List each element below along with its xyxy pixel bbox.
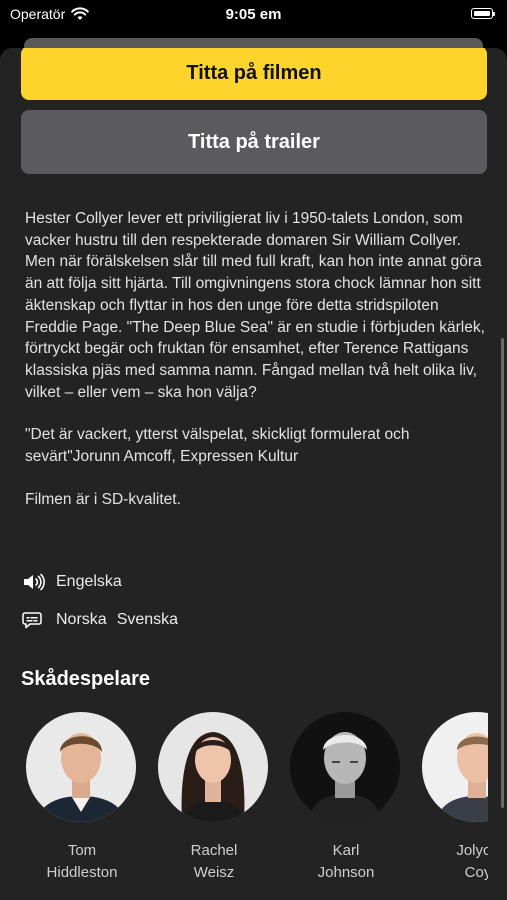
review-quote: "Det är vackert, ytterst välspelat, skic…: [25, 426, 410, 466]
cast-last-name: Hiddleston: [46, 864, 118, 881]
cast-member[interactable]: Karl Johnson: [290, 712, 402, 884]
cast-section-title: Skådespelare: [21, 668, 150, 690]
cast-name: Karl Johnson: [290, 840, 402, 884]
description-paragraph: Hester Collyer lever ett priviligierat l…: [25, 210, 485, 401]
quality-note: Filmen är i SD-kvalitet.: [25, 490, 181, 508]
cast-last-name: Weisz: [193, 864, 235, 881]
cast-name: Tom Hiddleston: [26, 840, 138, 884]
subtitles-icon: [22, 610, 48, 630]
cast-first-name: Jolyon: [456, 842, 488, 859]
actor-photo: [158, 712, 268, 822]
watch-movie-button[interactable]: Titta på filmen: [21, 48, 487, 100]
scrollbar[interactable]: [501, 338, 504, 808]
cast-name: Rachel Weisz: [158, 840, 270, 884]
status-bar: Operatör 9:05 em: [0, 0, 507, 40]
battery-icon: [471, 8, 495, 19]
cast-last-name: Coy: [464, 864, 488, 881]
subtitle-language: Svenska: [116, 611, 179, 628]
actor-photo: [26, 712, 136, 822]
watch-trailer-button[interactable]: Titta på trailer: [21, 110, 487, 174]
cast-carousel[interactable]: Tom Hiddleston Rachel Weisz Karl Johnson…: [26, 712, 488, 900]
cast-last-name: Johnson: [317, 864, 375, 881]
cast-member[interactable]: Jolyon Coy: [422, 712, 488, 884]
audio-language: Engelska: [56, 573, 122, 590]
subtitle-languages: Norska Svenska: [22, 610, 188, 630]
speaker-icon: [22, 572, 48, 592]
cast-name: Jolyon Coy: [422, 840, 488, 884]
audio-languages: Engelska: [22, 572, 122, 592]
actor-photo: [290, 712, 400, 822]
cast-member[interactable]: Rachel Weisz: [158, 712, 270, 884]
cast-first-name: Tom: [67, 842, 97, 859]
cast-first-name: Rachel: [190, 842, 238, 859]
movie-detail-sheet: Titta på filmen Titta på trailer Hester …: [0, 48, 507, 900]
cast-member[interactable]: Tom Hiddleston: [26, 712, 138, 884]
subtitle-language: Norska: [56, 611, 107, 628]
actor-photo: [422, 712, 488, 822]
clock: 9:05 em: [225, 6, 282, 23]
movie-description: Hester Collyer lever ett priviligierat l…: [25, 208, 485, 531]
cast-first-name: Karl: [332, 842, 360, 859]
